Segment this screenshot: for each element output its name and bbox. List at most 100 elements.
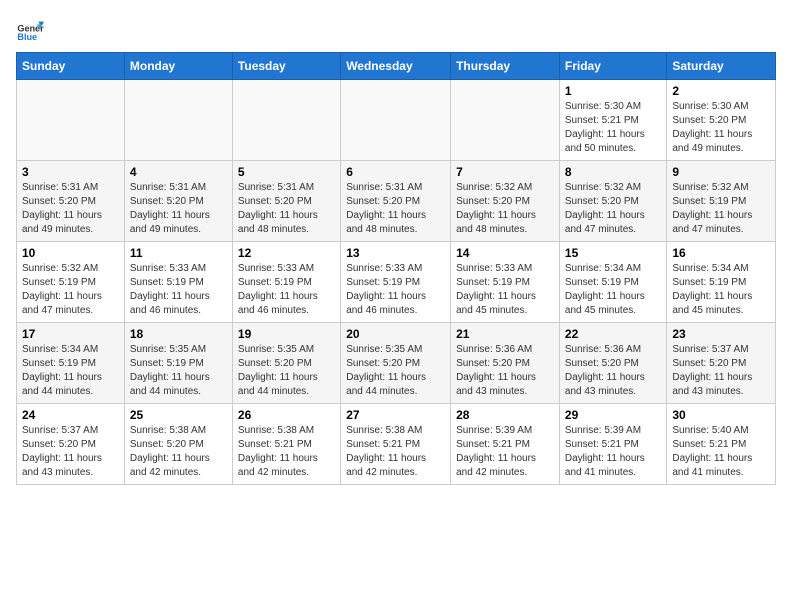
day-info: Sunrise: 5:33 AM Sunset: 5:19 PM Dayligh… <box>456 262 554 318</box>
calendar-cell <box>451 80 560 161</box>
day-info: Sunrise: 5:31 AM Sunset: 5:20 PM Dayligh… <box>346 181 445 237</box>
day-info: Sunrise: 5:33 AM Sunset: 5:19 PM Dayligh… <box>238 262 335 318</box>
day-info: Sunrise: 5:31 AM Sunset: 5:20 PM Dayligh… <box>130 181 227 237</box>
day-info: Sunrise: 5:38 AM Sunset: 5:21 PM Dayligh… <box>346 424 445 480</box>
day-number: 17 <box>22 327 119 341</box>
day-info: Sunrise: 5:35 AM Sunset: 5:20 PM Dayligh… <box>346 343 445 399</box>
day-number: 4 <box>130 165 227 179</box>
calendar-cell: 13 Sunrise: 5:33 AM Sunset: 5:19 PM Dayli… <box>341 242 451 323</box>
calendar-cell: 16Sunrise: 5:34 AM Sunset: 5:19 PM Dayli… <box>667 242 776 323</box>
calendar-cell: 22 Sunrise: 5:36 AM Sunset: 5:20 PM Dayli… <box>559 323 666 404</box>
column-header-friday: Friday <box>559 53 666 80</box>
day-number: 29 <box>565 408 661 422</box>
calendar-cell: 24 Sunrise: 5:37 AM Sunset: 5:20 PM Dayli… <box>17 404 125 485</box>
calendar-cell: 15 Sunrise: 5:34 AM Sunset: 5:19 PM Dayli… <box>559 242 666 323</box>
day-info: Sunrise: 5:33 AM Sunset: 5:19 PM Dayligh… <box>346 262 445 318</box>
calendar-cell: 5 Sunrise: 5:31 AM Sunset: 5:20 PM Daylig… <box>232 161 340 242</box>
calendar-cell: 2 Sunrise: 5:30 AM Sunset: 5:20 PM Daylig… <box>667 80 776 161</box>
calendar-cell <box>232 80 340 161</box>
day-number: 28 <box>456 408 554 422</box>
day-info: Sunrise: 5:39 AM Sunset: 5:21 PM Dayligh… <box>565 424 661 480</box>
calendar-cell: 9 Sunrise: 5:32 AM Sunset: 5:19 PM Daylig… <box>667 161 776 242</box>
svg-text:Blue: Blue <box>17 32 37 42</box>
day-number: 15 <box>565 246 661 260</box>
day-number: 1 <box>565 84 661 98</box>
calendar-week-row: 1 Sunrise: 5:30 AM Sunset: 5:21 PM Daylig… <box>17 80 776 161</box>
calendar-week-row: 17 Sunrise: 5:34 AM Sunset: 5:19 PM Dayli… <box>17 323 776 404</box>
day-number: 10 <box>22 246 119 260</box>
day-number: 21 <box>456 327 554 341</box>
column-header-sunday: Sunday <box>17 53 125 80</box>
day-info: Sunrise: 5:32 AM Sunset: 5:20 PM Dayligh… <box>565 181 661 237</box>
day-info: Sunrise: 5:30 AM Sunset: 5:20 PM Dayligh… <box>672 100 770 156</box>
page-header: General Blue <box>16 16 776 44</box>
column-header-wednesday: Wednesday <box>341 53 451 80</box>
day-info: Sunrise: 5:35 AM Sunset: 5:19 PM Dayligh… <box>130 343 227 399</box>
calendar-cell: 1 Sunrise: 5:30 AM Sunset: 5:21 PM Daylig… <box>559 80 666 161</box>
calendar-cell: 30 Sunrise: 5:40 AM Sunset: 5:21 PM Dayli… <box>667 404 776 485</box>
day-info: Sunrise: 5:36 AM Sunset: 5:20 PM Dayligh… <box>565 343 661 399</box>
day-number: 20 <box>346 327 445 341</box>
day-number: 23 <box>672 327 770 341</box>
calendar-table: SundayMondayTuesdayWednesdayThursdayFrid… <box>16 52 776 485</box>
day-number: 8 <box>565 165 661 179</box>
calendar-cell: 26 Sunrise: 5:38 AM Sunset: 5:21 PM Dayli… <box>232 404 340 485</box>
calendar-cell: 25Sunrise: 5:38 AM Sunset: 5:20 PM Dayli… <box>124 404 232 485</box>
calendar-cell: 12Sunrise: 5:33 AM Sunset: 5:19 PM Dayli… <box>232 242 340 323</box>
day-info: Sunrise: 5:36 AM Sunset: 5:20 PM Dayligh… <box>456 343 554 399</box>
calendar-week-row: 10 Sunrise: 5:32 AM Sunset: 5:19 PM Dayli… <box>17 242 776 323</box>
day-number: 13 <box>346 246 445 260</box>
calendar-cell: 19 Sunrise: 5:35 AM Sunset: 5:20 PM Dayli… <box>232 323 340 404</box>
calendar-cell: 20 Sunrise: 5:35 AM Sunset: 5:20 PM Dayli… <box>341 323 451 404</box>
day-info: Sunrise: 5:37 AM Sunset: 5:20 PM Dayligh… <box>672 343 770 399</box>
calendar-header-row: SundayMondayTuesdayWednesdayThursdayFrid… <box>17 53 776 80</box>
calendar-cell: 8 Sunrise: 5:32 AM Sunset: 5:20 PM Daylig… <box>559 161 666 242</box>
logo: General Blue <box>16 16 48 44</box>
calendar-cell: 17 Sunrise: 5:34 AM Sunset: 5:19 PM Dayli… <box>17 323 125 404</box>
calendar-week-row: 3Sunrise: 5:31 AM Sunset: 5:20 PM Daylig… <box>17 161 776 242</box>
day-info: Sunrise: 5:38 AM Sunset: 5:21 PM Dayligh… <box>238 424 335 480</box>
day-info: Sunrise: 5:32 AM Sunset: 5:19 PM Dayligh… <box>22 262 119 318</box>
day-info: Sunrise: 5:32 AM Sunset: 5:19 PM Dayligh… <box>672 181 770 237</box>
calendar-cell: 27Sunrise: 5:38 AM Sunset: 5:21 PM Dayli… <box>341 404 451 485</box>
calendar-cell: 11 Sunrise: 5:33 AM Sunset: 5:19 PM Dayli… <box>124 242 232 323</box>
day-number: 18 <box>130 327 227 341</box>
day-number: 19 <box>238 327 335 341</box>
calendar-cell <box>341 80 451 161</box>
calendar-cell: 29 Sunrise: 5:39 AM Sunset: 5:21 PM Dayli… <box>559 404 666 485</box>
day-info: Sunrise: 5:34 AM Sunset: 5:19 PM Dayligh… <box>565 262 661 318</box>
day-info: Sunrise: 5:31 AM Sunset: 5:20 PM Dayligh… <box>22 181 119 237</box>
day-info: Sunrise: 5:34 AM Sunset: 5:19 PM Dayligh… <box>672 262 770 318</box>
column-header-thursday: Thursday <box>451 53 560 80</box>
calendar-cell: 3Sunrise: 5:31 AM Sunset: 5:20 PM Daylig… <box>17 161 125 242</box>
day-info: Sunrise: 5:30 AM Sunset: 5:21 PM Dayligh… <box>565 100 661 156</box>
day-number: 2 <box>672 84 770 98</box>
calendar-cell: 23 Sunrise: 5:37 AM Sunset: 5:20 PM Dayli… <box>667 323 776 404</box>
day-info: Sunrise: 5:40 AM Sunset: 5:21 PM Dayligh… <box>672 424 770 480</box>
day-info: Sunrise: 5:31 AM Sunset: 5:20 PM Dayligh… <box>238 181 335 237</box>
column-header-monday: Monday <box>124 53 232 80</box>
calendar-week-row: 24 Sunrise: 5:37 AM Sunset: 5:20 PM Dayli… <box>17 404 776 485</box>
day-number: 11 <box>130 246 227 260</box>
column-header-tuesday: Tuesday <box>232 53 340 80</box>
calendar-cell: 10 Sunrise: 5:32 AM Sunset: 5:19 PM Dayli… <box>17 242 125 323</box>
day-number: 9 <box>672 165 770 179</box>
logo-icon: General Blue <box>16 16 44 44</box>
day-info: Sunrise: 5:33 AM Sunset: 5:19 PM Dayligh… <box>130 262 227 318</box>
day-info: Sunrise: 5:35 AM Sunset: 5:20 PM Dayligh… <box>238 343 335 399</box>
calendar-cell: 6 Sunrise: 5:31 AM Sunset: 5:20 PM Daylig… <box>341 161 451 242</box>
day-number: 14 <box>456 246 554 260</box>
calendar-cell <box>17 80 125 161</box>
day-number: 30 <box>672 408 770 422</box>
day-info: Sunrise: 5:32 AM Sunset: 5:20 PM Dayligh… <box>456 181 554 237</box>
day-number: 26 <box>238 408 335 422</box>
day-info: Sunrise: 5:34 AM Sunset: 5:19 PM Dayligh… <box>22 343 119 399</box>
day-info: Sunrise: 5:37 AM Sunset: 5:20 PM Dayligh… <box>22 424 119 480</box>
day-number: 5 <box>238 165 335 179</box>
day-info: Sunrise: 5:39 AM Sunset: 5:21 PM Dayligh… <box>456 424 554 480</box>
day-number: 24 <box>22 408 119 422</box>
calendar-cell: 18 Sunrise: 5:35 AM Sunset: 5:19 PM Dayli… <box>124 323 232 404</box>
day-number: 6 <box>346 165 445 179</box>
day-number: 22 <box>565 327 661 341</box>
day-info: Sunrise: 5:38 AM Sunset: 5:20 PM Dayligh… <box>130 424 227 480</box>
